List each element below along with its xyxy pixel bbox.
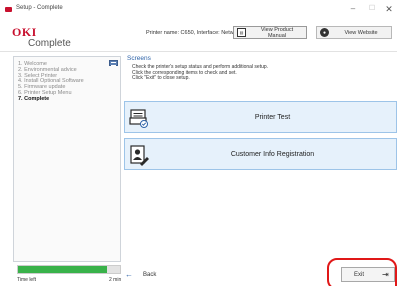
view-product-manual-label: View Product Manual: [260, 26, 294, 39]
time-left-label: Time left: [17, 277, 36, 283]
title-bar: Setup - Complete – ☐ ✕: [0, 0, 397, 20]
header: OKI Complete Printer name: C650, Interfa…: [0, 20, 397, 52]
page-heading: Complete: [28, 38, 71, 49]
step-item-complete: 7. Complete: [18, 95, 50, 102]
instructions: Check the printer's setup status and per…: [132, 64, 268, 82]
section-title: Screens: [127, 55, 151, 62]
printer-test-icon: [129, 109, 148, 128]
time-left-value: 2 min: [109, 277, 122, 283]
view-website-label: View Website: [344, 29, 378, 36]
customer-info-icon: [130, 145, 149, 166]
exit-button[interactable]: Exit ⇥: [341, 267, 395, 282]
view-website-button[interactable]: ● View Website: [316, 26, 392, 39]
time-left-progress-bar: [17, 265, 121, 274]
customer-info-registration-button[interactable]: Customer Info Registration: [124, 138, 397, 170]
steps-list: 1. Welcome 2. Environmental advice 3. Se…: [18, 61, 84, 103]
minimize-button[interactable]: –: [346, 3, 360, 15]
manual-icon: ▤: [237, 28, 246, 37]
app-icon: [5, 7, 12, 12]
back-button[interactable]: ← Back: [125, 268, 156, 281]
globe-icon: ●: [320, 28, 329, 37]
collapse-icon[interactable]: [109, 60, 118, 66]
arrow-left-icon: ←: [125, 270, 133, 279]
exit-label: Exit: [353, 271, 364, 278]
view-product-manual-button[interactable]: ▤ View Product Manual: [233, 26, 307, 39]
close-button[interactable]: ✕: [382, 3, 396, 15]
instruction-line: Click "Exit" to close setup.: [132, 75, 190, 82]
exit-icon: ⇥: [382, 270, 389, 279]
window-title: Setup - Complete: [16, 5, 63, 11]
printer-name: Printer name: C650, Interface: Network: [146, 30, 242, 36]
customer-info-registration-label: Customer Info Registration: [230, 150, 315, 158]
back-label: Back: [143, 271, 157, 278]
steps-sidebar: 1. Welcome 2. Environmental advice 3. Se…: [13, 56, 121, 262]
printer-test-button[interactable]: Printer Test: [124, 101, 397, 133]
printer-test-label: Printer Test: [254, 113, 291, 121]
progress-fill: [18, 266, 107, 273]
maximize-button[interactable]: ☐: [365, 3, 379, 15]
